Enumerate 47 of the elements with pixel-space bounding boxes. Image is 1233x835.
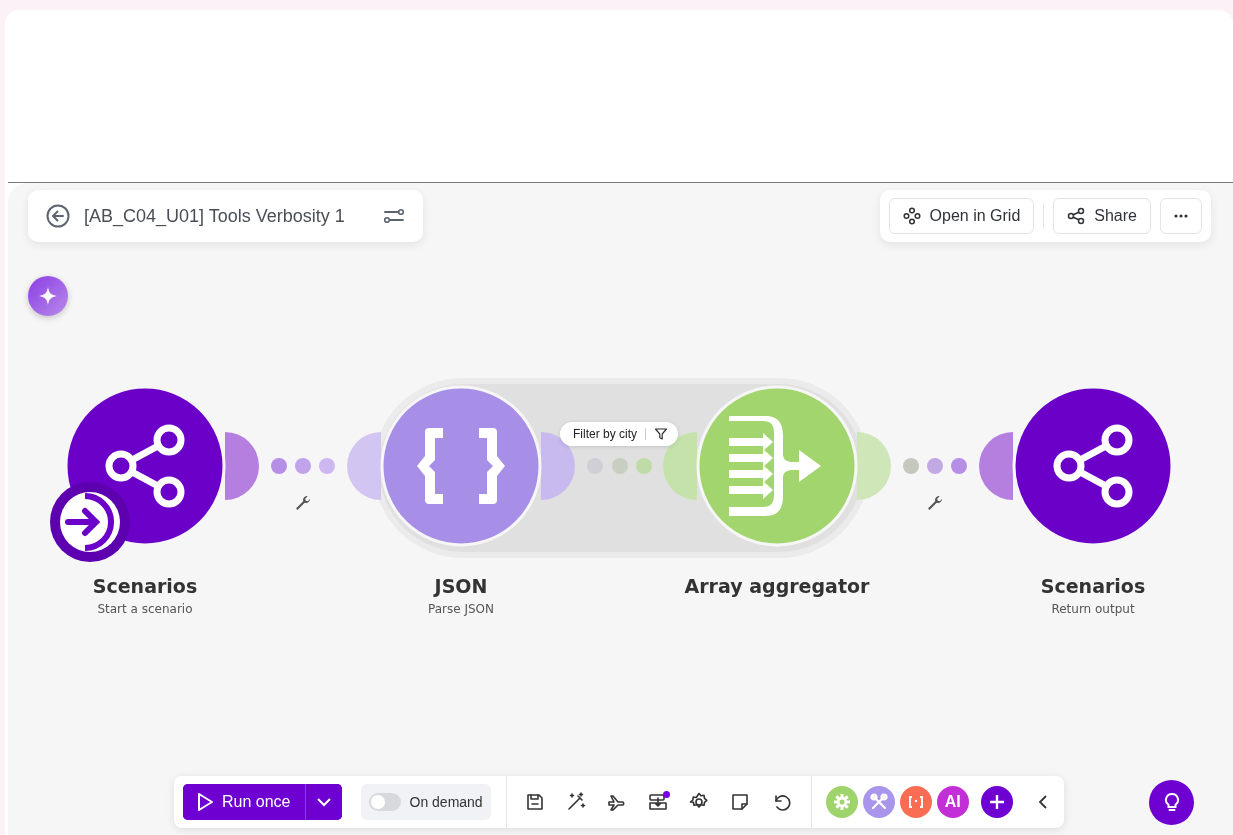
module-port[interactable]: [979, 432, 1013, 500]
json-module[interactable]: [380, 385, 542, 547]
chevron-left-icon: [1037, 794, 1050, 810]
tray-icon: [648, 792, 669, 812]
connection-dots[interactable]: [903, 458, 967, 474]
share-button[interactable]: Share: [1053, 198, 1151, 234]
app-shortcut-button[interactable]: [862, 786, 895, 818]
scenario-module[interactable]: [1012, 385, 1174, 547]
share-icon: [1067, 207, 1086, 225]
wrench-icon[interactable]: [296, 496, 310, 510]
run-options-button[interactable]: [304, 784, 342, 820]
magic-wand-icon: [566, 792, 587, 812]
app-shortcut-button[interactable]: [899, 786, 932, 818]
ai-app-button[interactable]: AI: [936, 786, 969, 818]
module-name: Scenarios: [1040, 575, 1146, 597]
play-icon: [196, 792, 214, 812]
tools-icon: [869, 793, 888, 811]
connection-dots[interactable]: [587, 458, 652, 474]
gear-icon: [832, 793, 851, 811]
ai-assistant-button[interactable]: [28, 276, 68, 316]
sticky-note-icon: [730, 792, 751, 812]
trigger-badge[interactable]: [50, 482, 130, 562]
more-icon: [1174, 214, 1188, 218]
module-action: Start a scenario: [97, 602, 193, 616]
module-action: Parse JSON: [428, 602, 494, 616]
filter-label[interactable]: Filter by city: [560, 422, 678, 446]
plus-icon: [988, 794, 1005, 810]
module-name: JSON: [434, 575, 488, 597]
scenario-title: [AB_C04_U01] Tools Verbosity 1: [84, 205, 346, 227]
nodes-icon: [902, 207, 921, 225]
module-name: Array aggregator: [684, 575, 870, 597]
brackets-icon: [906, 793, 925, 811]
add-button[interactable]: [980, 786, 1013, 818]
tips-button[interactable]: [1149, 780, 1194, 825]
module-action: Return output: [1051, 602, 1135, 616]
lightbulb-icon: [1162, 792, 1181, 813]
wrench-icon[interactable]: [928, 496, 942, 510]
open-in-grid-button[interactable]: Open in Grid: [888, 198, 1035, 234]
module-name: Scenarios: [92, 575, 198, 597]
funnel-icon: [654, 427, 668, 441]
schedule-toggle[interactable]: [368, 793, 401, 811]
notification-dot: [662, 791, 670, 798]
back-button[interactable]: [46, 204, 70, 228]
schedule-label: On demand: [409, 794, 483, 810]
connection-dots[interactable]: [271, 458, 335, 474]
module-port[interactable]: [225, 432, 259, 500]
sparkle-icon: [38, 286, 58, 306]
